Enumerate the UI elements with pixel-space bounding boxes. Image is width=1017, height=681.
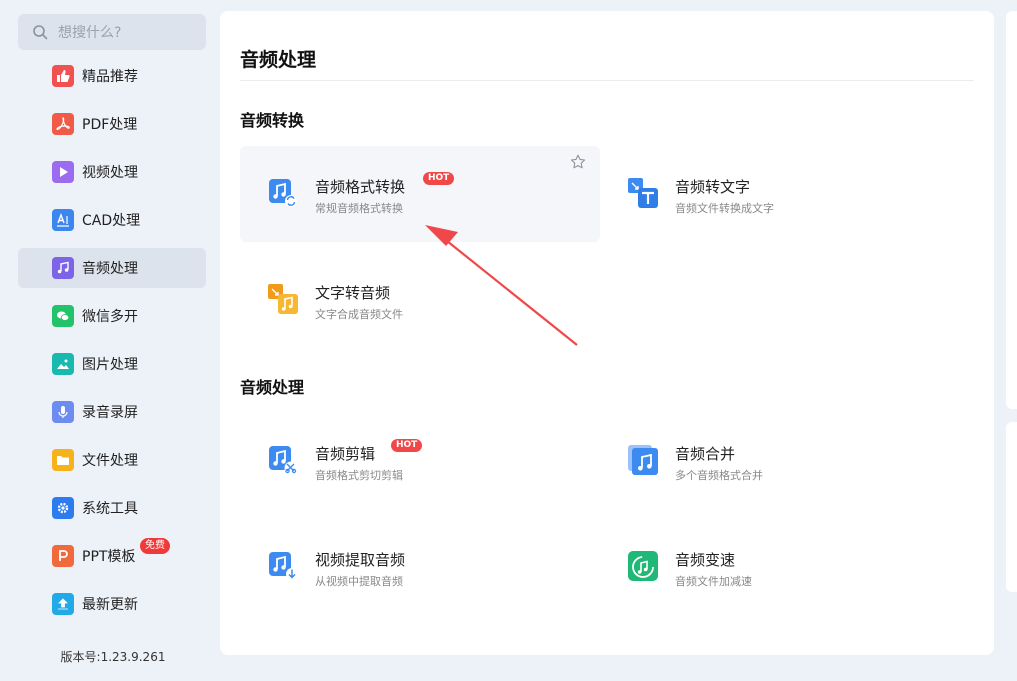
card-desc: 多个音频格式合并	[675, 469, 763, 482]
pdf-icon	[52, 113, 74, 135]
text-to-audio-icon	[268, 284, 298, 314]
divider	[240, 80, 974, 81]
sidebar-item-wechat[interactable]: 微信多开	[18, 296, 206, 336]
sidebar-item-audio[interactable]: 音频处理	[18, 248, 206, 288]
star-icon[interactable]	[570, 154, 586, 170]
sidebar-item-label: 图片处理	[82, 357, 138, 373]
play-icon	[52, 161, 74, 183]
sidebar-item-label: PDF处理	[82, 117, 138, 133]
section-title-audio-process: 音频处理	[240, 378, 305, 397]
sidebar-item-label: 录音录屏	[82, 405, 138, 421]
right-panel	[1006, 11, 1017, 409]
audio-merge-icon	[628, 445, 658, 475]
sidebar-item-recommended[interactable]: 精品推荐	[18, 56, 206, 96]
card-desc: 音频格式剪切剪辑	[315, 469, 403, 482]
sidebar-item-label: 视频处理	[82, 165, 138, 181]
hot-badge: HOT	[391, 439, 423, 452]
search-icon	[33, 25, 48, 40]
sidebar-item-video[interactable]: 视频处理	[18, 152, 206, 192]
sidebar-item-label: 文件处理	[82, 453, 138, 469]
cad-icon	[52, 209, 74, 231]
video-extract-audio-icon	[269, 552, 298, 580]
sidebar-item-label: PPT模板	[82, 549, 136, 565]
music-note-icon	[52, 257, 74, 279]
sidebar-item-label: 音频处理	[82, 261, 138, 277]
wechat-icon	[52, 305, 74, 327]
sidebar-item-label: 最新更新	[82, 597, 138, 613]
audio-speed-icon	[628, 551, 658, 581]
card-audio-speed[interactable]: 音频变速 音频文件加减速	[600, 519, 960, 615]
sidebar-item-label: 系统工具	[82, 501, 138, 517]
card-desc: 常规音频格式转换	[315, 202, 403, 215]
sidebar-item-label: 微信多开	[82, 309, 138, 325]
card-desc: 文字合成音频文件	[315, 308, 403, 321]
main-panel: 音频处理 音频转换 音频格式转换 HOT 常规音频格式转换 音频转文字 音频文件…	[220, 11, 994, 655]
card-title: 视频提取音频	[315, 551, 406, 569]
gear-icon	[52, 497, 74, 519]
card-desc: 音频文件加减速	[675, 575, 752, 588]
sidebar-item-file[interactable]: 文件处理	[18, 440, 206, 480]
card-title: 文字转音频	[315, 284, 391, 302]
microphone-icon	[52, 401, 74, 423]
card-text-to-audio[interactable]: 文字转音频 文字合成音频文件	[240, 252, 600, 348]
audio-convert-icon	[269, 179, 297, 207]
sidebar-item-recording[interactable]: 录音录屏	[18, 392, 206, 432]
upload-icon	[52, 593, 74, 615]
audio-cut-icon	[269, 446, 298, 475]
card-video-extract-audio[interactable]: 视频提取音频 从视频中提取音频	[240, 519, 600, 615]
card-audio-to-text[interactable]: 音频转文字 音频文件转换成文字	[600, 146, 960, 242]
card-audio-merge[interactable]: 音频合并 多个音频格式合并	[600, 413, 960, 509]
card-title: 音频格式转换	[315, 178, 406, 196]
card-audio-format-convert[interactable]: 音频格式转换 HOT 常规音频格式转换	[240, 146, 600, 242]
section-title-audio-convert: 音频转换	[240, 111, 305, 130]
version-label: 版本号:1.23.9.261	[60, 650, 166, 664]
card-desc: 音频文件转换成文字	[675, 202, 774, 215]
sidebar-item-ppt[interactable]: PPT模板 免费	[18, 536, 206, 576]
right-panel-secondary	[1006, 422, 1017, 592]
sidebar-item-cad[interactable]: CAD处理	[18, 200, 206, 240]
card-title: 音频转文字	[675, 178, 751, 196]
card-audio-cut[interactable]: 音频剪辑 HOT 音频格式剪切剪辑	[240, 413, 600, 509]
sidebar-item-image[interactable]: 图片处理	[18, 344, 206, 384]
sidebar: 想搜什么? 精品推荐 PDF处理 视频处理 CAD处理 音频处理 微信多开 图片…	[0, 0, 220, 681]
card-desc: 从视频中提取音频	[315, 575, 403, 588]
image-icon	[52, 353, 74, 375]
free-badge: 免费	[140, 538, 170, 554]
sidebar-item-pdf[interactable]: PDF处理	[18, 104, 206, 144]
sidebar-nav: 精品推荐 PDF处理 视频处理 CAD处理 音频处理 微信多开 图片处理 录音录…	[18, 56, 206, 632]
sidebar-item-label: CAD处理	[82, 213, 141, 229]
ppt-icon	[52, 545, 74, 567]
audio-to-text-icon	[628, 178, 658, 208]
sidebar-item-label: 精品推荐	[82, 69, 138, 85]
thumbs-up-icon	[52, 65, 74, 87]
page-title: 音频处理	[240, 49, 317, 71]
card-title: 音频合并	[675, 445, 736, 463]
hot-badge: HOT	[423, 172, 455, 185]
sidebar-item-system-tools[interactable]: 系统工具	[18, 488, 206, 528]
card-title: 音频变速	[675, 551, 736, 569]
search-placeholder: 想搜什么?	[58, 25, 122, 41]
folder-icon	[52, 449, 74, 471]
search-input[interactable]: 想搜什么?	[18, 14, 206, 50]
card-title: 音频剪辑	[315, 445, 376, 463]
sidebar-item-updates[interactable]: 最新更新	[18, 584, 206, 624]
